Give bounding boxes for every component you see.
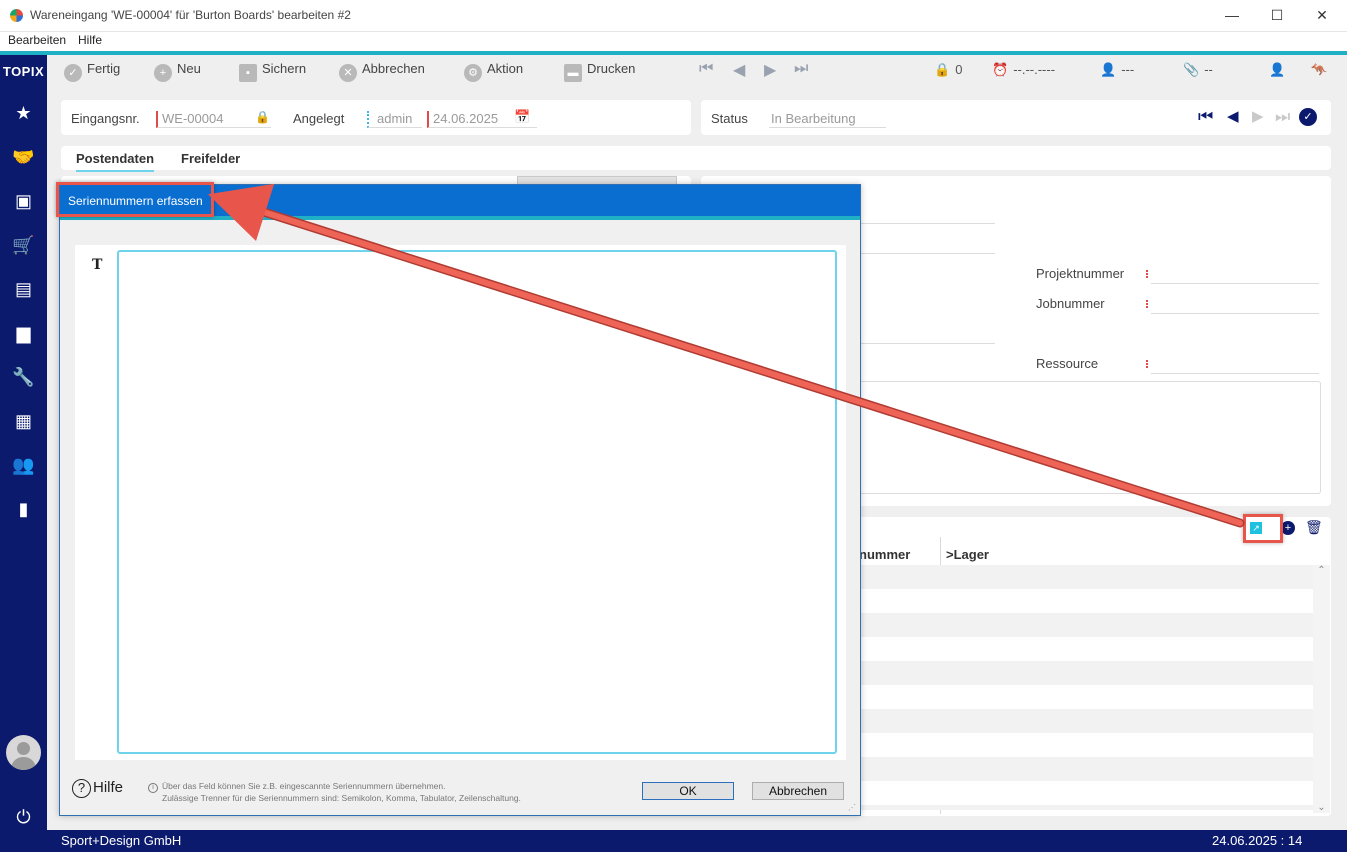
annotation-arrow xyxy=(207,183,1245,528)
